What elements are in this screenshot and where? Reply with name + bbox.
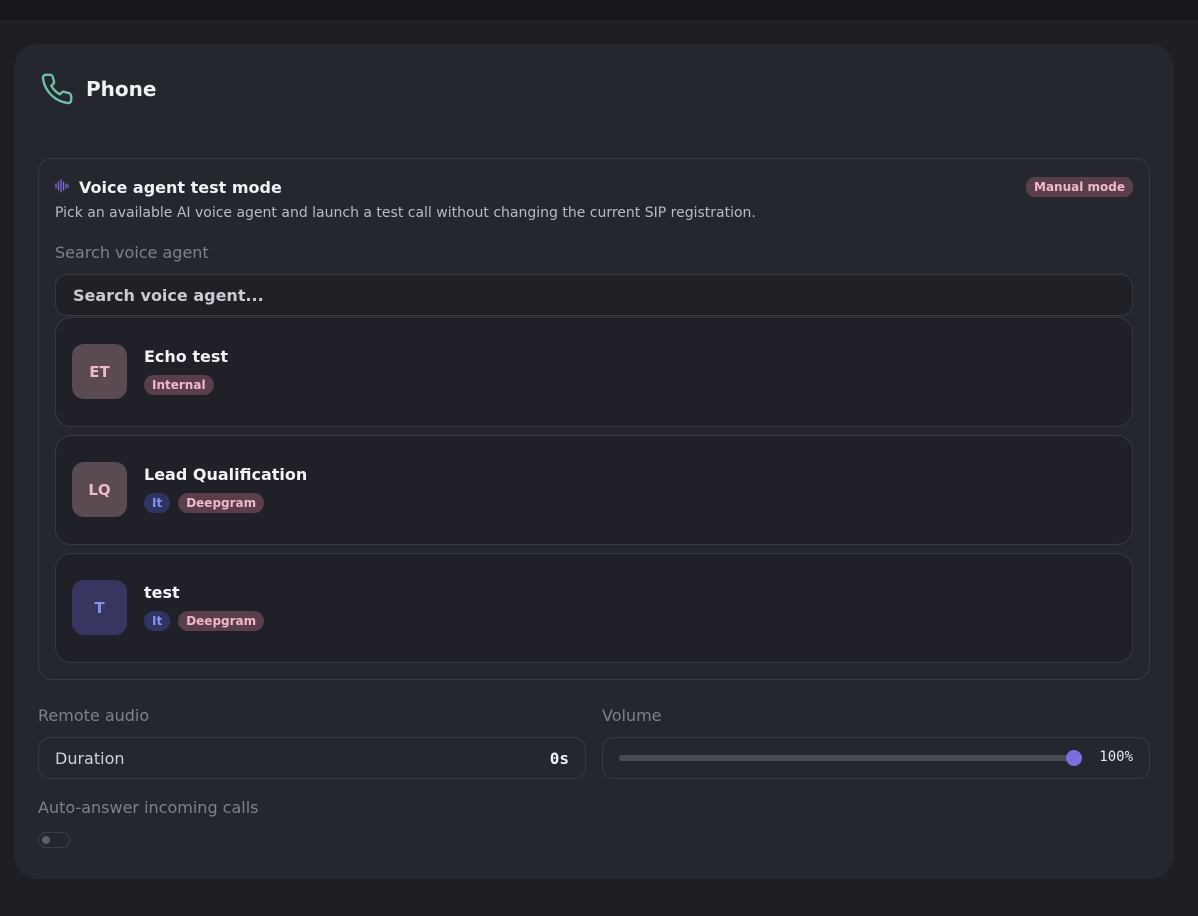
avatar: ET [72, 344, 127, 399]
card-header: Phone [40, 72, 156, 106]
auto-answer-toggle[interactable] [38, 832, 70, 848]
agent-name: Echo test [144, 347, 229, 366]
duration-value: 0s [549, 748, 569, 768]
volume-control: 100% [602, 737, 1150, 779]
agent-tags: Internal [144, 375, 214, 395]
phone-icon [40, 72, 74, 106]
volume-value: 100% [1099, 749, 1133, 765]
duration-label: Duration [55, 748, 125, 768]
waveform-icon [55, 178, 79, 197]
avatar: T [72, 580, 127, 635]
volume-slider-thumb[interactable] [1066, 750, 1082, 766]
card-title: Phone [86, 77, 157, 101]
voice-agent-panel: Voice agent test mode Manual mode Pick a… [38, 158, 1150, 680]
agent-name: Lead Qualification [144, 465, 308, 484]
tag-provider: Deepgram [178, 611, 265, 631]
avatar: LQ [72, 462, 127, 517]
agent-name: test [144, 583, 180, 602]
toggle-knob [42, 836, 50, 844]
top-bar [0, 0, 1198, 20]
agent-tags: It Deepgram [144, 611, 265, 631]
panel-header: Voice agent test mode Manual mode [55, 175, 1133, 199]
mode-badge: Manual mode [1026, 177, 1133, 197]
volume-label: Volume [602, 706, 662, 725]
phone-card: Phone Voice agent test mode Manual mode … [14, 44, 1174, 879]
agent-tags: It Deepgram [144, 493, 265, 513]
tag-language: It [144, 611, 171, 631]
tag-internal: Internal [144, 375, 214, 395]
agent-card-test[interactable]: T test It Deepgram [55, 553, 1133, 663]
search-box [55, 274, 1133, 316]
panel-title: Voice agent test mode [79, 177, 282, 197]
volume-slider[interactable] [619, 750, 1082, 766]
duration-display: Duration 0s [38, 737, 586, 779]
search-input[interactable] [73, 285, 1115, 305]
tag-provider: Deepgram [178, 493, 265, 513]
remote-audio-label: Remote audio [38, 706, 150, 725]
tag-language: It [144, 493, 171, 513]
auto-answer-label: Auto-answer incoming calls [38, 798, 259, 817]
agent-card-echo-test[interactable]: ET Echo test Internal [55, 317, 1133, 427]
agent-card-lead-qualification[interactable]: LQ Lead Qualification It Deepgram [55, 435, 1133, 545]
panel-description: Pick an available AI voice agent and lau… [55, 205, 756, 221]
search-label: Search voice agent [55, 243, 209, 262]
